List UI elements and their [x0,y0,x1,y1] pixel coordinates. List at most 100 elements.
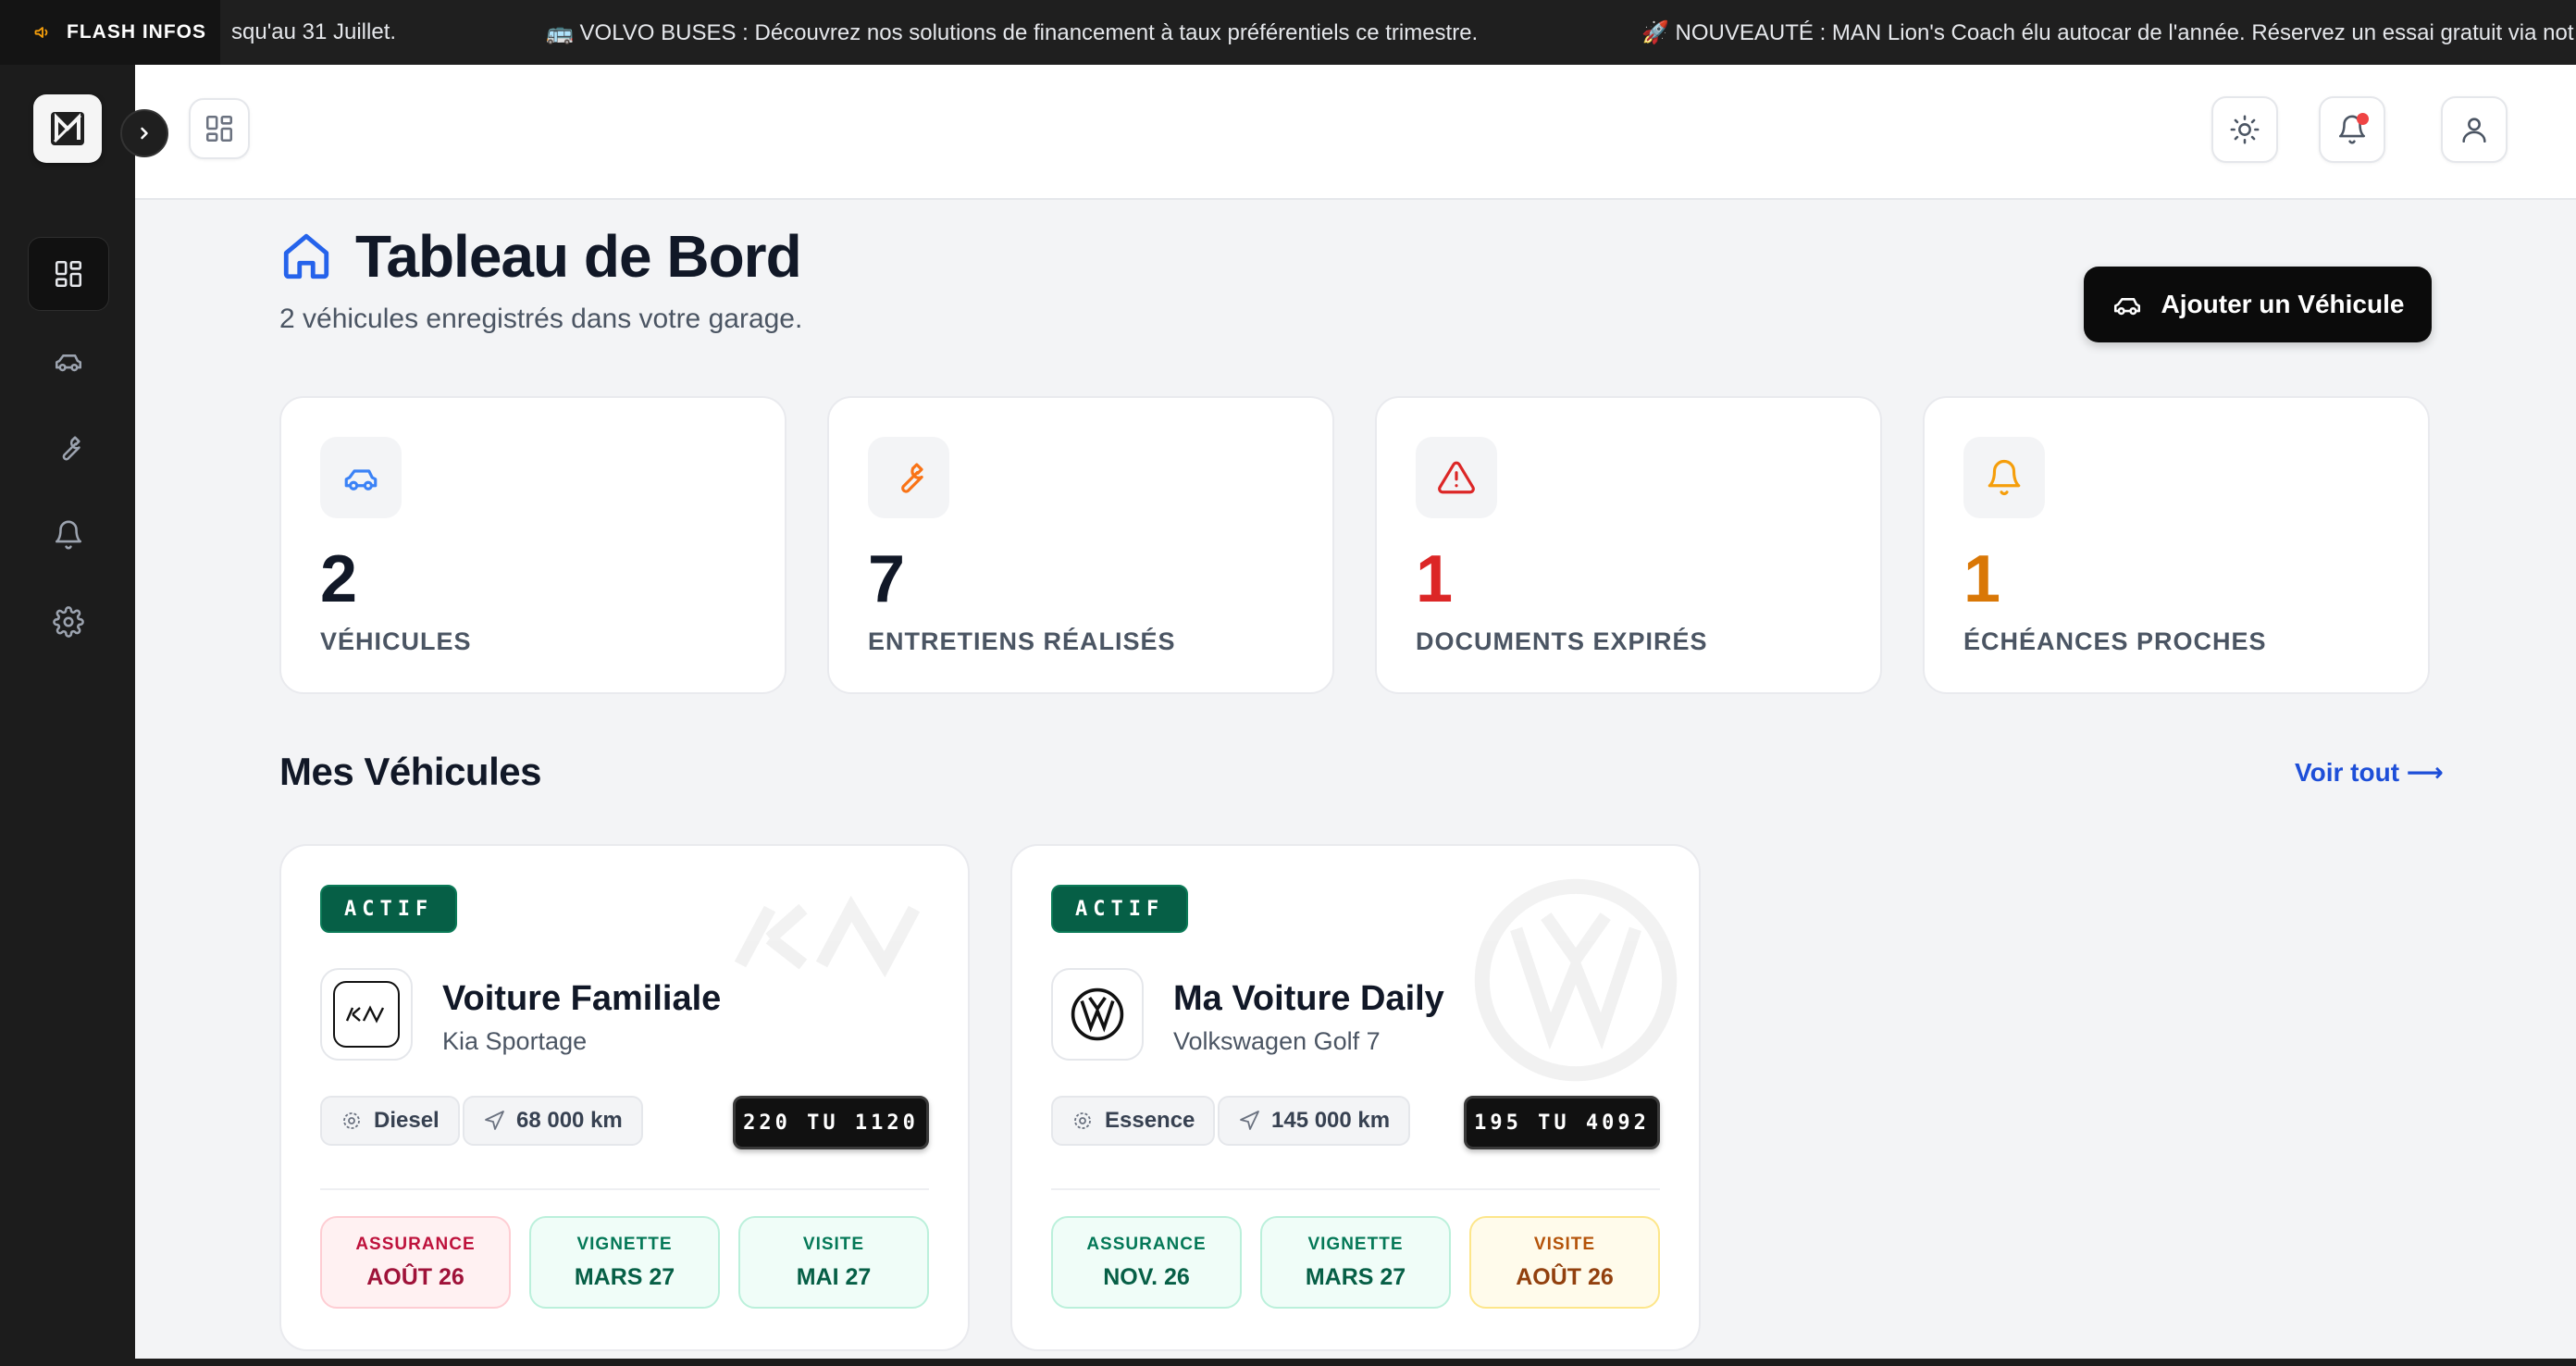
sidebar-item-settings[interactable] [28,585,109,659]
mileage-chip: 145 000 km [1218,1096,1411,1146]
kia-watermark-icon [734,895,921,978]
stat-icon-box [320,437,402,518]
layout-switch-button[interactable] [189,98,250,159]
license-plate: 195 TU 4092 [1464,1096,1660,1149]
brand-logo [320,968,413,1061]
vehicle-card[interactable]: ACTIF Ma Voiture Daily Volkswagen Golf 7… [1010,844,1701,1351]
divider [320,1188,929,1190]
page-title: Tableau de Bord [279,222,802,291]
flash-infos-label: FLASH INFOS [67,21,206,43]
stat-value: 1 [1963,542,2001,616]
vehicle-card[interactable]: ACTIF Voiture Familiale Kia Sportage Die… [279,844,970,1351]
settings-icon [1074,1112,1091,1129]
vehicle-name: Voiture Familiale [442,979,722,1018]
stat-card-vehicles[interactable]: 2 VÉHICULES [279,396,786,694]
due-date: MARS 27 [574,1263,675,1290]
navigation-icon [485,1111,504,1130]
sun-icon [2230,115,2260,144]
settings-icon [53,606,84,638]
profile-button[interactable] [2441,96,2508,163]
due-label: ASSURANCE [355,1234,476,1254]
mileage-label: 68 000 km [516,1108,623,1133]
sidebar-item-vehicles[interactable] [28,324,109,398]
stat-value: 1 [1416,542,1454,616]
megaphone-icon [34,27,48,38]
volkswagen-watermark-icon [1474,878,1678,1082]
license-plate: 220 TU 1120 [733,1096,929,1149]
sidebar-item-maintenance[interactable] [28,411,109,485]
status-badge: ACTIF [1051,885,1189,933]
add-vehicle-button[interactable]: Ajouter un Véhicule [2084,267,2432,342]
ticker-message: squ'au 31 Juillet. [231,19,397,44]
due-date: MAI 27 [796,1263,872,1290]
ticker-message: 🚀 NOUVEAUTÉ : MAN Lion's Coach élu autoc… [1641,19,2574,45]
page-title-text: Tableau de Bord [355,223,802,290]
due-vignette: VIGNETTE MARS 27 [1260,1216,1451,1309]
add-vehicle-label: Ajouter un Véhicule [2161,290,2405,318]
due-label: ASSURANCE [1086,1234,1207,1254]
chevron-right-icon [141,127,148,140]
stat-card-maintenance[interactable]: 7 ENTRETIENS RÉALISÉS [827,396,1334,694]
stat-value: 2 [320,542,358,616]
see-all-link[interactable]: Voir tout ⟶ [2295,757,2444,788]
stat-label: ENTRETIENS RÉALISÉS [868,627,1176,655]
wrench-icon [901,463,923,493]
due-label: VIGNETTE [576,1234,673,1254]
user-icon [2462,118,2486,143]
vehicles-section-title: Mes Véhicules [279,750,541,793]
stat-label: VÉHICULES [320,627,472,655]
notifications-button[interactable] [2319,96,2385,163]
news-ticker: FLASH INFOS squ'au 31 Juillet. 🚌 VOLVO B… [0,0,2576,65]
due-inspection: VISITE AOÛT 26 [1469,1216,1660,1309]
due-insurance: ASSURANCE AOÛT 26 [320,1216,511,1309]
due-vignette: VIGNETTE MARS 27 [529,1216,720,1309]
sidebar-toggle-button[interactable] [120,109,168,157]
due-date: NOV. 26 [1103,1263,1190,1290]
due-date: MARS 27 [1305,1263,1406,1290]
ticker-message: 🚌 VOLVO BUSES : Découvrez nos solutions … [546,19,1479,45]
car-icon [2113,298,2140,316]
home-icon [283,233,329,279]
sidebar-item-dashboard[interactable] [28,237,109,311]
fuel-chip: Essence [1051,1096,1216,1146]
warning-icon [1438,461,1475,494]
bell-icon [55,520,82,550]
due-insurance: ASSURANCE NOV. 26 [1051,1216,1242,1309]
volkswagen-logo-icon [1071,987,1124,1041]
stat-value: 7 [868,542,906,616]
fuel-label: Essence [1105,1108,1195,1133]
vehicle-name: Ma Voiture Daily [1173,979,1444,1018]
dashboard-icon [205,115,233,143]
due-label: VISITE [1533,1234,1596,1254]
due-inspection: VISITE MAI 27 [738,1216,929,1309]
vehicle-model: Kia Sportage [442,1027,588,1055]
due-label: VIGNETTE [1307,1234,1404,1254]
theme-toggle-button[interactable] [2211,96,2278,163]
notification-dot [2357,113,2369,125]
stat-card-expired-documents[interactable]: 1 DOCUMENTS EXPIRÉS [1375,396,1882,694]
main-content: Tableau de Bord 2 véhicules enregistrés … [135,65,2576,1359]
stat-icon-box [1416,437,1497,518]
stat-card-upcoming-deadlines[interactable]: 1 ÉCHÉANCES PROCHES [1923,396,2430,694]
top-bar [135,65,2576,200]
sidebar-item-alerts[interactable] [28,498,109,572]
app-logo[interactable] [33,94,102,163]
fuel-chip: Diesel [320,1096,460,1146]
divider [1051,1188,1660,1190]
bell-icon [1988,460,2021,496]
stat-label: DOCUMENTS EXPIRÉS [1416,627,1708,655]
due-date: AOÛT 26 [366,1263,464,1290]
car-icon [344,469,378,491]
due-date: AOÛT 26 [1516,1263,1614,1290]
vehicle-model: Volkswagen Golf 7 [1173,1027,1381,1055]
status-badge: ACTIF [320,885,458,933]
car-icon [55,354,82,372]
navigation-icon [1240,1111,1259,1130]
sidebar [0,65,135,1366]
dashboard-icon [55,260,82,288]
due-label: VISITE [802,1234,865,1254]
brand-logo [1051,968,1144,1061]
fuel-label: Diesel [374,1108,440,1133]
mileage-chip: 68 000 km [463,1096,643,1146]
wrench-icon [62,436,80,461]
